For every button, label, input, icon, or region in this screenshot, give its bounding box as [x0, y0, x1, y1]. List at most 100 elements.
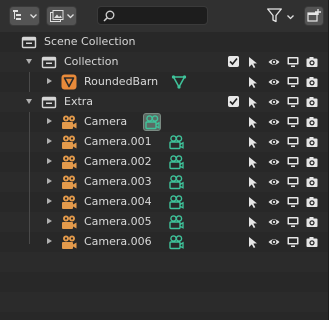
tree-item-label: Camera.005: [84, 215, 152, 228]
disclosure-triangle-collapsed[interactable]: [47, 118, 52, 124]
tree-row-camera-005[interactable]: Camera.005: [0, 212, 329, 232]
checkmark-icon: [229, 97, 238, 106]
search-input[interactable]: [118, 8, 204, 23]
camera-render-icon[interactable]: [306, 236, 318, 248]
camera-object-icon: [62, 155, 77, 169]
camera-data-icon[interactable]: [168, 194, 184, 210]
select-arrow-icon[interactable]: [247, 156, 259, 168]
empty-row: [0, 272, 329, 292]
eye-icon[interactable]: [268, 156, 280, 168]
tree-row-extra[interactable]: Extra: [0, 92, 329, 112]
display-mode-dropdown[interactable]: [9, 6, 40, 26]
monitor-icon[interactable]: [287, 216, 299, 228]
eye-icon[interactable]: [268, 96, 280, 108]
tree-item-label: Scene Collection: [44, 35, 136, 48]
tree-row-camera-004[interactable]: Camera.004: [0, 192, 329, 212]
camera-object-icon: [62, 135, 77, 149]
empty-row: [0, 252, 329, 272]
camera-object-icon: [62, 175, 77, 189]
monitor-icon[interactable]: [287, 136, 299, 148]
select-arrow-icon[interactable]: [247, 216, 259, 228]
tree-row-camera[interactable]: Camera: [0, 112, 329, 132]
filter-dropdown[interactable]: [265, 6, 297, 26]
eye-icon[interactable]: [268, 176, 280, 188]
collection-icon: [21, 36, 37, 49]
camera-data-icon[interactable]: [168, 214, 184, 230]
eye-icon[interactable]: [268, 76, 280, 88]
exclude-checkbox[interactable]: [228, 96, 239, 107]
tree-item-label: Camera: [84, 115, 128, 128]
view-layer-dropdown[interactable]: [46, 6, 77, 26]
disclosure-triangle-collapsed[interactable]: [47, 138, 52, 144]
disclosure-triangle-collapsed[interactable]: [47, 238, 52, 244]
tree-row-camera-001[interactable]: Camera.001: [0, 132, 329, 152]
camera-data-icon[interactable]: [168, 134, 184, 150]
collection-icon: [41, 56, 57, 69]
camera-data-icon[interactable]: [168, 154, 184, 170]
camera-render-icon[interactable]: [306, 76, 318, 88]
eye-icon[interactable]: [268, 136, 280, 148]
camera-render-icon[interactable]: [306, 196, 318, 208]
monitor-icon[interactable]: [287, 56, 299, 68]
monitor-icon[interactable]: [287, 116, 299, 128]
tree-item-label: Camera.002: [84, 155, 152, 168]
camera-render-icon[interactable]: [306, 216, 318, 228]
disclosure-triangle-expanded[interactable]: [26, 59, 32, 64]
disclosure-triangle-collapsed[interactable]: [47, 198, 52, 204]
monitor-icon[interactable]: [287, 236, 299, 248]
tree-row-camera-003[interactable]: Camera.003: [0, 172, 329, 192]
tree-row-scene-collection[interactable]: Scene Collection: [0, 32, 329, 52]
tree-row-collection[interactable]: Collection: [0, 52, 329, 72]
disclosure-triangle-collapsed[interactable]: [47, 218, 52, 224]
tree-row-camera-002[interactable]: Camera.002: [0, 152, 329, 172]
eye-icon[interactable]: [268, 216, 280, 228]
eye-icon[interactable]: [268, 236, 280, 248]
camera-render-icon[interactable]: [306, 176, 318, 188]
disclosure-triangle-expanded[interactable]: [26, 99, 32, 104]
tree-row-roundedbarn[interactable]: RoundedBarn: [0, 72, 329, 92]
select-arrow-icon[interactable]: [247, 136, 259, 148]
select-arrow-icon[interactable]: [247, 96, 259, 108]
eye-icon[interactable]: [268, 116, 280, 128]
select-arrow-icon[interactable]: [247, 76, 259, 88]
chevron-down-icon: [287, 15, 294, 20]
monitor-icon[interactable]: [287, 176, 299, 188]
mesh-data-icon[interactable]: [171, 74, 187, 90]
camera-render-icon[interactable]: [306, 116, 318, 128]
camera-render-icon[interactable]: [306, 136, 318, 148]
exclude-checkbox[interactable]: [228, 56, 239, 67]
search-icon: [103, 10, 115, 22]
image-icon: [50, 10, 64, 22]
monitor-icon[interactable]: [287, 76, 299, 88]
camera-data-icon[interactable]: [168, 234, 184, 250]
select-arrow-icon[interactable]: [247, 196, 259, 208]
monitor-icon[interactable]: [287, 196, 299, 208]
eye-icon[interactable]: [268, 56, 280, 68]
collection-icon: [41, 96, 57, 109]
chevron-down-icon: [67, 14, 74, 19]
camera-data-icon[interactable]: [168, 174, 184, 190]
monitor-icon[interactable]: [287, 156, 299, 168]
camera-render-icon[interactable]: [306, 156, 318, 168]
disclosure-triangle-collapsed[interactable]: [47, 158, 52, 164]
active-camera-data-highlight[interactable]: [143, 113, 161, 131]
select-arrow-icon[interactable]: [247, 236, 259, 248]
camera-object-icon: [62, 115, 77, 129]
select-arrow-icon[interactable]: [247, 56, 259, 68]
new-collection-button[interactable]: [304, 6, 324, 26]
camera-object-icon: [62, 235, 77, 249]
select-arrow-icon[interactable]: [247, 176, 259, 188]
eye-icon[interactable]: [268, 196, 280, 208]
tree-item-label: RoundedBarn: [84, 75, 159, 88]
monitor-icon[interactable]: [287, 96, 299, 108]
tree-item-label: Camera.006: [84, 235, 152, 248]
select-arrow-icon[interactable]: [247, 116, 259, 128]
disclosure-triangle-collapsed[interactable]: [47, 78, 52, 84]
camera-render-icon[interactable]: [306, 56, 318, 68]
camera-render-icon[interactable]: [306, 96, 318, 108]
disclosure-triangle-collapsed[interactable]: [47, 178, 52, 184]
empty-row: [0, 292, 329, 312]
search-field[interactable]: [97, 6, 208, 25]
tree-row-camera-006[interactable]: Camera.006: [0, 232, 329, 252]
outliner-header: [0, 0, 329, 32]
